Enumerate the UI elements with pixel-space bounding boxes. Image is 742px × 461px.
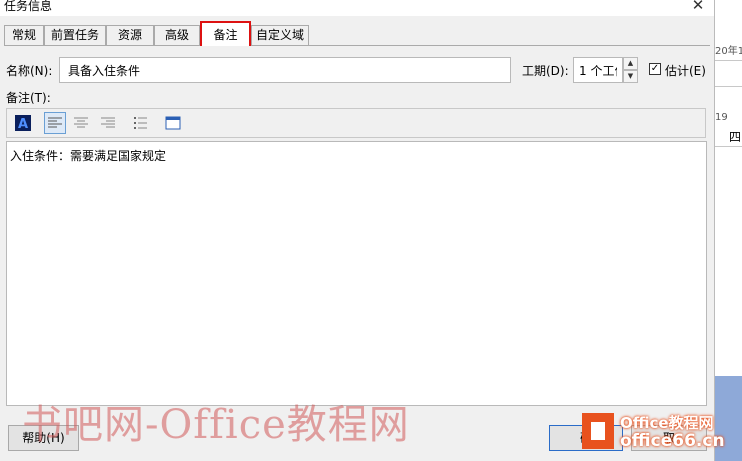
insert-object-button[interactable]	[162, 112, 184, 134]
bullets-button[interactable]	[129, 112, 151, 134]
bg-day-number: 19	[715, 112, 728, 123]
notes-label: 备注(T):	[6, 91, 51, 105]
bg-date-text: 20年1	[715, 46, 742, 57]
tab-custom-fields[interactable]: 自定义域	[251, 25, 309, 45]
font-button[interactable]: A	[12, 112, 34, 134]
bg-gridline	[715, 60, 742, 61]
title-bar: 任务信息 ✕	[0, 0, 714, 16]
tab-panel-border	[4, 45, 710, 46]
estimated-label: 估计(E)	[665, 64, 706, 78]
close-icon[interactable]: ✕	[688, 0, 708, 14]
svg-text:A: A	[18, 117, 28, 131]
tab-resources[interactable]: 资源	[106, 25, 154, 45]
tab-general[interactable]: 常规	[4, 25, 44, 45]
site-logo: Office教程网 office66.cn	[578, 407, 738, 457]
duration-down-icon[interactable]: ▼	[623, 70, 638, 83]
bg-gridline	[715, 86, 742, 87]
notes-textarea[interactable]: 入住条件：需要满足国家规定	[6, 141, 707, 406]
bg-weekday: 四	[729, 130, 742, 144]
watermark-text: 书吧网-Office教程网	[22, 402, 410, 448]
duration-label: 工期(D):	[522, 64, 569, 78]
align-left-icon	[48, 117, 62, 128]
align-left-button[interactable]	[44, 112, 66, 134]
align-right-button[interactable]	[97, 112, 119, 134]
bullets-icon	[134, 117, 147, 129]
align-center-button[interactable]	[70, 112, 92, 134]
name-input[interactable]	[59, 57, 511, 83]
dialog-title: 任务信息	[4, 0, 53, 13]
bg-gridline	[715, 146, 742, 147]
align-right-icon	[101, 117, 115, 128]
logo-line2: office66.cn	[620, 431, 725, 451]
name-label: 名称(N):	[6, 64, 53, 78]
tab-notes[interactable]: 备注	[200, 21, 251, 46]
insert-object-icon	[165, 116, 181, 130]
tab-advanced[interactable]: 高级	[154, 25, 200, 45]
duration-up-icon[interactable]: ▲	[623, 57, 638, 70]
estimated-checkbox[interactable]: ✓	[649, 63, 661, 75]
tab-predecessors[interactable]: 前置任务	[44, 25, 106, 45]
align-center-icon	[74, 117, 88, 128]
notes-text: 入住条件：需要满足国家规定	[10, 149, 167, 163]
duration-input[interactable]	[573, 57, 623, 83]
font-icon: A	[15, 115, 31, 131]
notes-toolbar: A	[6, 108, 706, 138]
logo-line1: Office教程网	[620, 414, 714, 432]
office-logo-icon	[582, 413, 614, 449]
background-gantt-view: 20年1 19 四	[714, 0, 742, 461]
